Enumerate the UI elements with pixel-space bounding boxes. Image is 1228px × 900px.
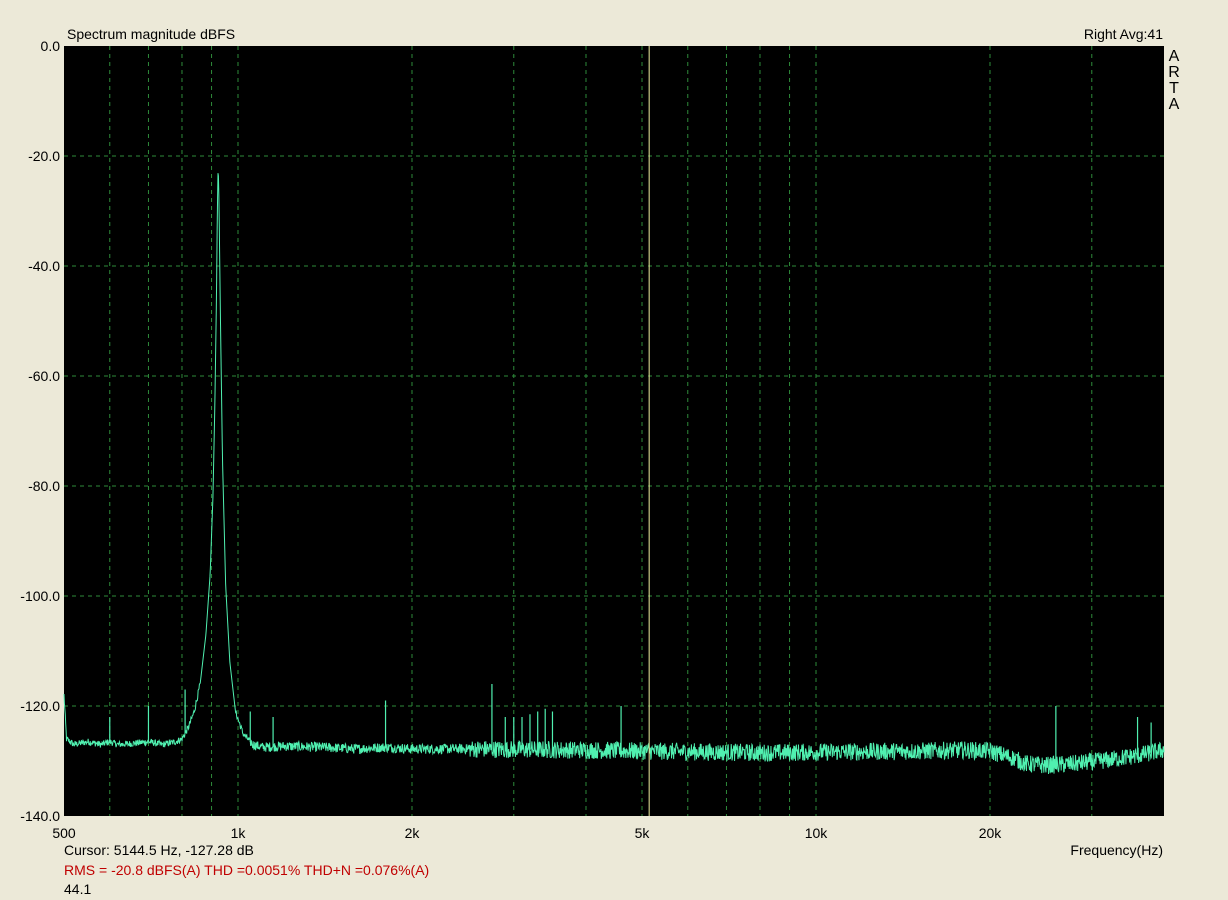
y-tick-label: -20.0 — [28, 148, 60, 164]
y-tick-label: -80.0 — [28, 478, 60, 494]
x-axis-label: Frequency(Hz) — [1070, 842, 1163, 858]
measurement-stats: RMS = -20.8 dBFS(A) THD =0.0051% THD+N =… — [64, 862, 429, 878]
arta-logo-letter-t: T — [1169, 80, 1179, 97]
arta-logo-letter-r: R — [1168, 64, 1180, 81]
plot-area[interactable] — [64, 46, 1164, 816]
x-tick-label: 1k — [231, 825, 247, 841]
x-tick-label: 5k — [635, 825, 651, 841]
x-tick-label: 10k — [805, 825, 829, 841]
x-tick-label: 2k — [405, 825, 421, 841]
y-tick-label: -60.0 — [28, 368, 60, 384]
y-tick-label: -40.0 — [28, 258, 60, 274]
channel-avg-label: Right Avg:41 — [1084, 26, 1163, 42]
chart-title: Spectrum magnitude dBFS — [67, 26, 235, 42]
x-tick-label: 20k — [979, 825, 1003, 841]
y-tick-label: 0.0 — [41, 38, 61, 54]
y-axis-tick-labels: 0.0 -20.0 -40.0 -60.0 -80.0 -100.0 -120.0 -140.… — [20, 38, 60, 824]
y-tick-label: -120.0 — [20, 698, 60, 714]
y-tick-label: -100.0 — [20, 588, 60, 604]
spectrum-chart: 0.0 -20.0 -40.0 -60.0 -80.0 -100.0 -120.0 -140.… — [20, 26, 1180, 897]
sample-rate-label: 44.1 — [64, 881, 91, 897]
arta-logo-letter-a1: A — [1169, 48, 1180, 65]
x-axis-tick-labels: 500 1k 2k 5k 10k 20k — [52, 825, 1002, 841]
cursor-readout: Cursor: 5144.5 Hz, -127.28 dB — [64, 842, 254, 858]
y-tick-label: -140.0 — [20, 808, 60, 824]
arta-logo-letter-a2: A — [1169, 96, 1180, 113]
x-tick-label: 500 — [52, 825, 76, 841]
